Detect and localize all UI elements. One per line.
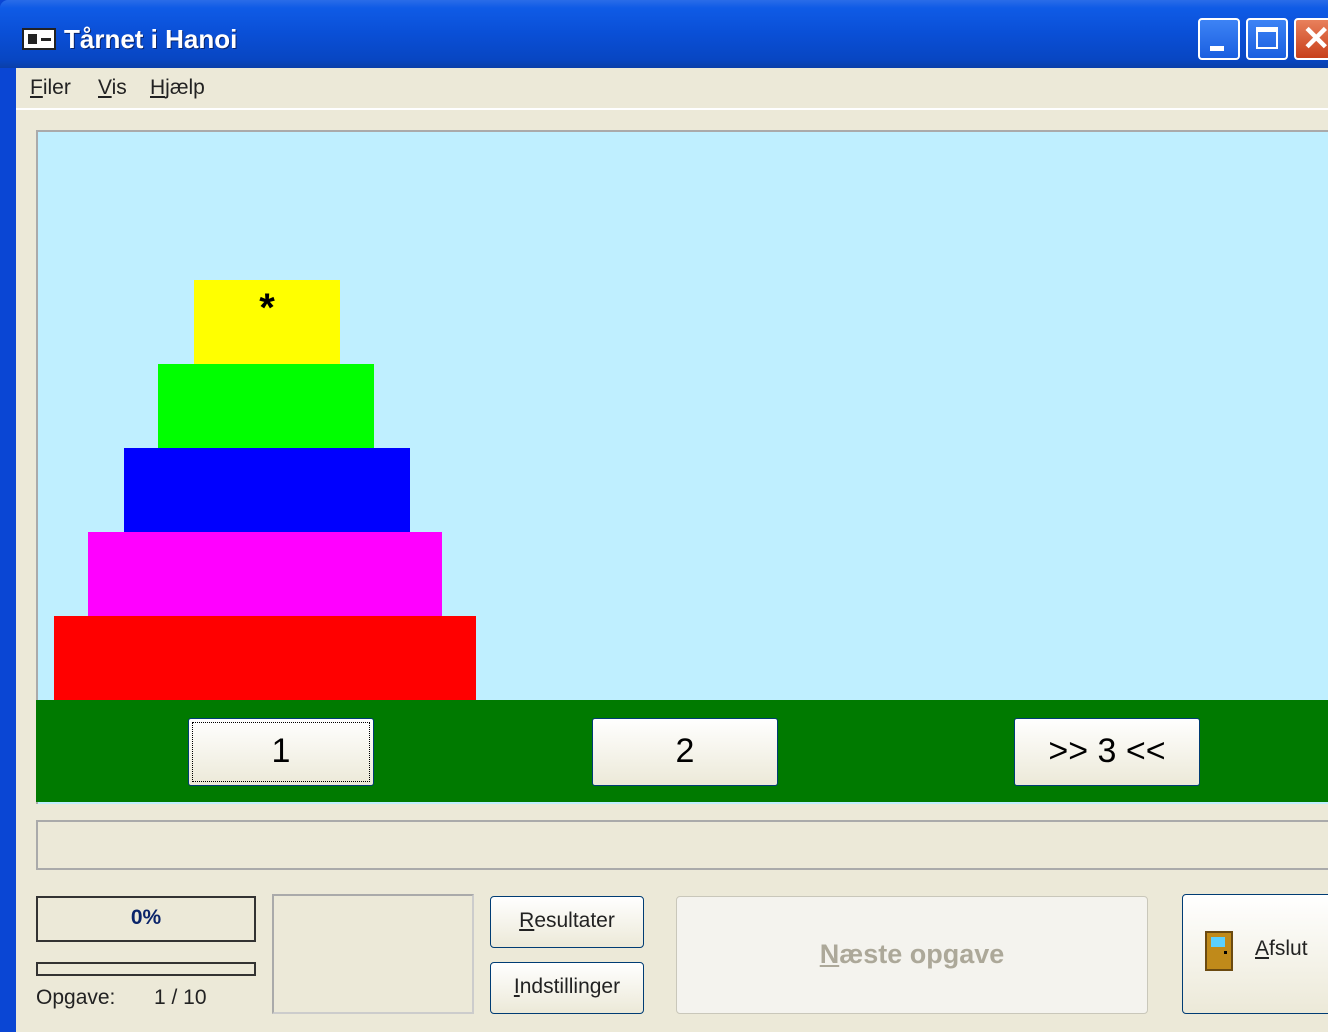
title-bar[interactable]: Tårnet i Hanoi ✕ bbox=[0, 0, 1328, 68]
minimize-icon bbox=[1210, 46, 1224, 51]
task-counter: 1 / 10 bbox=[154, 986, 207, 1009]
minimize-button[interactable] bbox=[1198, 18, 1240, 60]
disk-3[interactable] bbox=[124, 448, 410, 532]
app-window-icon[interactable] bbox=[22, 28, 56, 50]
info-panel bbox=[272, 894, 474, 1014]
settings-button[interactable]: Indstillinger bbox=[490, 962, 644, 1014]
menu-vis[interactable]: Vis bbox=[98, 76, 127, 100]
client-area: Filer Vis Hjælp * 1 2 >> 3 << 0% Opgave:… bbox=[16, 68, 1328, 1032]
disk-1[interactable]: * bbox=[194, 280, 340, 364]
maximize-button[interactable] bbox=[1246, 18, 1288, 60]
peg-2-button[interactable]: 2 bbox=[592, 718, 778, 786]
results-button[interactable]: Resultater bbox=[490, 896, 644, 948]
task-label: Opgave: bbox=[36, 986, 116, 1009]
close-button[interactable]: ✕ bbox=[1294, 18, 1328, 60]
maximize-icon bbox=[1256, 27, 1278, 49]
disk-4[interactable] bbox=[88, 532, 442, 616]
close-icon: ✕ bbox=[1302, 20, 1328, 58]
menu-hjaelp[interactable]: Hjælp bbox=[150, 76, 205, 100]
disk-2[interactable] bbox=[158, 364, 374, 448]
peg-1-button[interactable]: 1 bbox=[188, 718, 374, 786]
disk-5[interactable] bbox=[54, 616, 476, 702]
progress-bar bbox=[36, 962, 256, 976]
selected-disk-marker: * bbox=[259, 286, 275, 330]
app-window: Tårnet i Hanoi ✕ Filer Vis Hjælp * 1 2 >… bbox=[0, 0, 1328, 1032]
quit-button[interactable]: Afslut bbox=[1182, 894, 1328, 1014]
window-title: Tårnet i Hanoi bbox=[64, 24, 238, 54]
menu-filer[interactable]: Filer bbox=[30, 76, 71, 100]
menu-bar: Filer Vis Hjælp bbox=[16, 68, 1328, 110]
next-task-button[interactable]: Næste opgave bbox=[676, 896, 1148, 1014]
status-message-box bbox=[36, 820, 1328, 870]
progress-percent: 0% bbox=[36, 896, 256, 942]
peg-3-button[interactable]: >> 3 << bbox=[1014, 718, 1200, 786]
quit-label: Afslut bbox=[1255, 937, 1308, 960]
door-icon bbox=[1205, 931, 1233, 971]
